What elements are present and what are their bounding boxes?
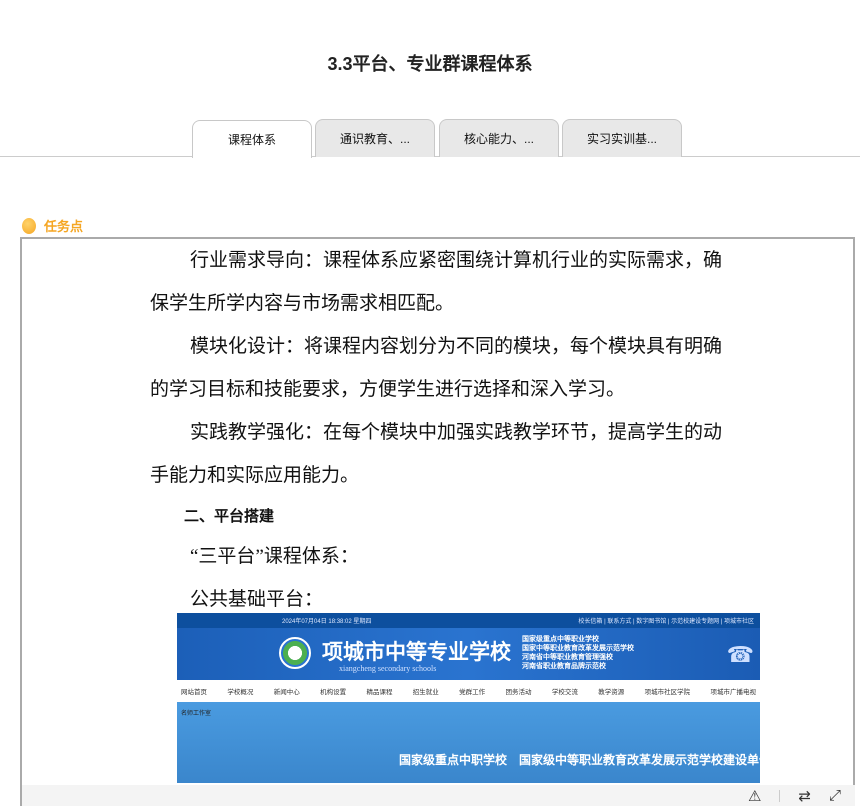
doc-line: 保学生所学内容与市场需求相匹配。 — [150, 293, 455, 314]
ss-nav-item: 团务活动 — [505, 689, 532, 696]
task-point: 任务点 — [22, 216, 83, 235]
ss-nav-item: 项城市广播电视 — [710, 689, 756, 696]
toolbar-separator — [779, 789, 781, 802]
page-title: 3.3平台、专业群课程体系 — [327, 54, 533, 74]
ss-slogan: 国家级重点中职学校 国家级中等职业教育改革发展示范学校建设单位 — [399, 753, 760, 767]
ss-datetime: 2024年07月04日 18:38:02 星期四 — [282, 619, 372, 625]
school-website-screenshot: 2024年07月04日 18:38:02 星期四 校长信箱 | 联系方式 | 数字… — [177, 613, 760, 783]
ss-sub: 名师工作室 — [181, 711, 212, 717]
fullscreen-icon[interactable]: ⤢ — [829, 787, 841, 804]
task-label: 任务点 — [44, 219, 84, 234]
ss-honor: 河南省中等职业教育管理强校 — [522, 654, 613, 661]
ss-toplinks: 校长信箱 | 联系方式 | 数字图书馆 | 示范校建设专题网 | 项城市社区 — [578, 619, 754, 625]
ss-nav-item: 学校概况 — [227, 689, 254, 696]
ss-nav-item: 精品课程 — [366, 689, 393, 696]
task-dot-icon — [22, 217, 36, 234]
tab-core-ability[interactable]: 核心能力、... — [439, 119, 559, 157]
ss-school-name: 项城市中等专业学校 — [322, 641, 511, 664]
ss-honor: 河南省职业教育品牌示范校 — [522, 663, 606, 670]
ss-nav-item: 教学资源 — [598, 689, 625, 696]
ss-nav-item: 党群工作 — [459, 689, 486, 696]
doc-line: “三平台”课程体系： — [190, 546, 359, 567]
ss-honors: 国家级重点中等职业学校 国家中等职业教育改革发展示范学校 河南省中等职业教育管理… — [522, 635, 634, 671]
switch-icon[interactable]: ⇄ — [798, 787, 811, 805]
ss-nav: 网站首页 学校概况 新闻中心 机构设置 精品课程 招生就业 党群工作 团务活动 学校交流 教学资源… — [177, 680, 760, 702]
document-viewer[interactable]: 行业需求导向：课程体系应紧密围绕计算机行业的实际需求，确 保学生所学内容与市场需… — [20, 237, 855, 806]
doc-line: 模块化设计：将课程内容划分为不同的模块，每个模块具有明确 — [190, 336, 723, 357]
ss-honor: 国家级重点中等职业学校 — [522, 636, 599, 643]
ss-nav-item: 学校交流 — [551, 689, 578, 696]
school-logo-icon — [279, 637, 311, 669]
warning-icon[interactable]: ⚠ — [748, 787, 761, 805]
ss-nav-item: 招生就业 — [412, 689, 439, 696]
doc-line: 实践教学强化：在每个模块中加强实践教学环节，提高学生的动 — [190, 422, 723, 443]
tab-practice-base[interactable]: 实习实训基... — [562, 119, 682, 157]
doc-line: 手能力和实际应用能力。 — [150, 465, 360, 486]
doc-heading: 二、平台搭建 — [184, 507, 275, 525]
ss-nav-item: 机构设置 — [320, 689, 347, 696]
ss-banner: 名师工作室 国家级重点中职学校 国家级中等职业教育改革发展示范学校建设单位 — [177, 702, 760, 783]
ss-nav-item: 网站首页 — [181, 689, 207, 696]
phone-icon: ☎ — [726, 642, 754, 667]
viewer-toolbar: ⚠ ⇄ ⤢ — [22, 785, 855, 806]
doc-line: 行业需求导向：课程体系应紧密围绕计算机行业的实际需求，确 — [190, 250, 723, 271]
ss-nav-item: 项城市社区学院 — [644, 689, 691, 696]
ss-honor: 国家中等职业教育改革发展示范学校 — [522, 645, 634, 652]
ss-school-en: xiangcheng secondary schools — [339, 664, 437, 673]
tab-course-system[interactable]: 课程体系 — [192, 120, 312, 158]
document-content: 行业需求导向：课程体系应紧密围绕计算机行业的实际需求，确 保学生所学内容与市场需… — [150, 239, 740, 621]
ss-nav-item: 新闻中心 — [273, 689, 300, 696]
doc-line: 的学习目标和技能要求，方便学生进行选择和深入学习。 — [150, 379, 626, 400]
tab-general-education[interactable]: 通识教育、... — [315, 119, 435, 157]
